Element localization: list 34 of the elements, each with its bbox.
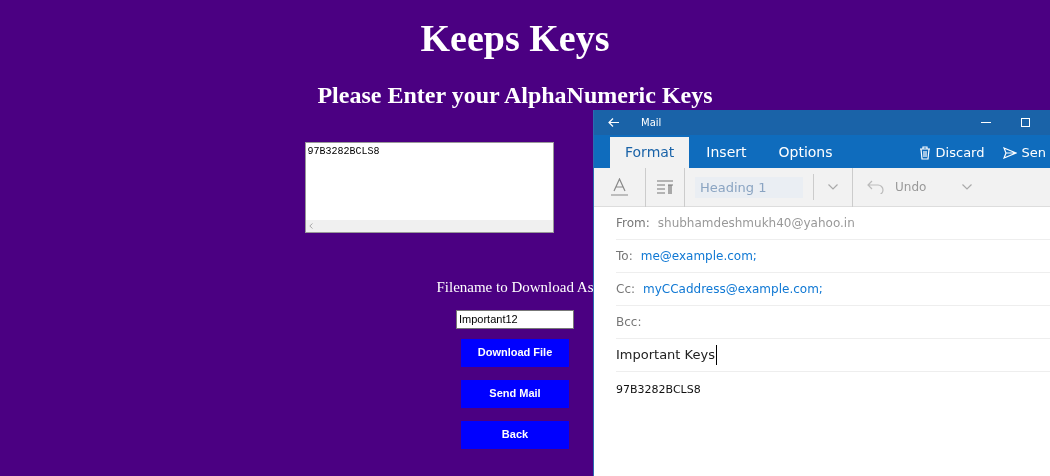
scroll-left-icon[interactable] [308, 223, 313, 229]
page-button[interactable]: Download File [461, 338, 569, 367]
horizontal-scrollbar[interactable] [305, 220, 553, 232]
page-button[interactable]: Send Mail [461, 379, 569, 408]
recipient-address[interactable]: me@example.com; [640, 247, 757, 265]
ribbon-tab[interactable]: Insert [691, 137, 762, 168]
field-label: Cc: [616, 281, 636, 298]
field-label: To: [616, 248, 633, 265]
page-button[interactable]: Back [461, 420, 569, 449]
page-title: Keeps Keys [420, 16, 610, 61]
recipient-address[interactable]: myCCaddress@example.com; [643, 280, 823, 298]
window-title: Mail [641, 116, 662, 130]
maximize-icon[interactable] [1021, 118, 1030, 127]
send-icon [1002, 146, 1017, 159]
filename-field[interactable]: Important12 [456, 309, 574, 329]
trash-icon [918, 145, 931, 160]
page-subtitle: Please Enter your AlphaNumeric Keys [317, 82, 713, 108]
undo-icon[interactable] [867, 180, 885, 194]
ribbon-tab[interactable]: Options [763, 137, 848, 168]
field-label: Bcc: [616, 314, 642, 331]
message-body[interactable]: 97B3282BCLS8 [616, 382, 1050, 399]
ribbon-tab[interactable]: Format [610, 137, 690, 168]
chevron-down-icon[interactable] [828, 184, 838, 190]
send-button[interactable]: Sen [998, 137, 1050, 168]
paragraph-icon[interactable] [656, 179, 674, 195]
font-color-icon[interactable] [611, 178, 628, 196]
subject-field[interactable]: Important Keys [616, 345, 717, 365]
discard-button[interactable]: Discard [914, 137, 989, 168]
chevron-down-icon[interactable] [962, 184, 973, 190]
filename-label: Filename to Download As [436, 278, 594, 297]
sender-address: shubhamdeshmukh40@yahoo.in [657, 215, 855, 232]
keys-textarea[interactable]: 97B3282BCLS8 [304, 142, 554, 233]
back-arrow-icon[interactable] [608, 118, 619, 127]
field-label: From: [616, 215, 650, 232]
